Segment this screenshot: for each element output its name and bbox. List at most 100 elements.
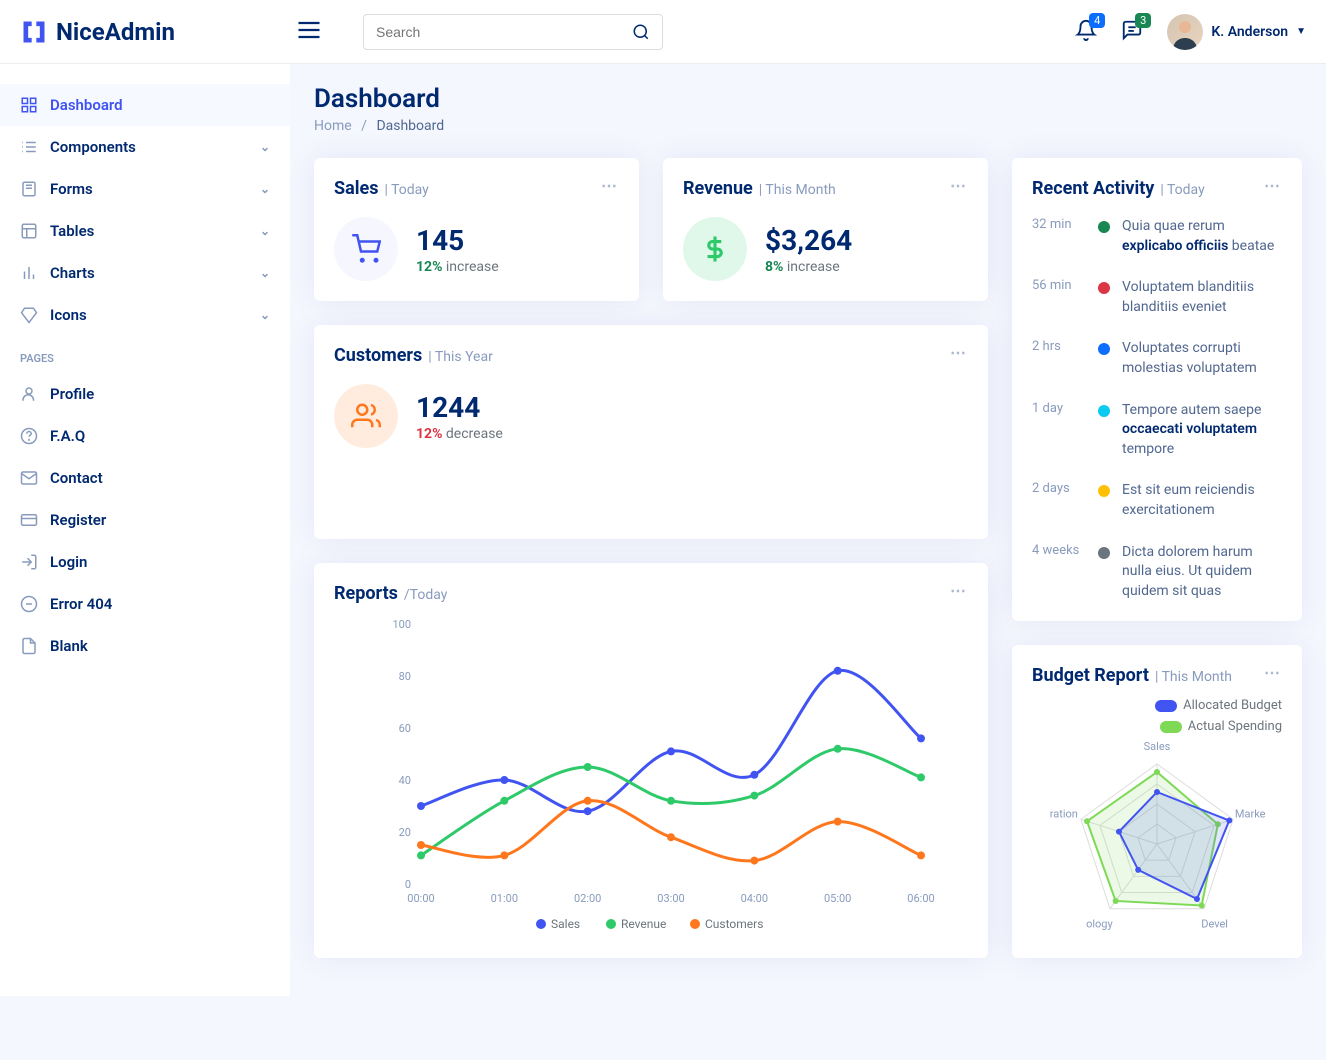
- grid-icon: [20, 96, 38, 114]
- chevron-down-icon: ▼: [1296, 26, 1306, 37]
- svg-text:05:00: 05:00: [824, 892, 851, 905]
- activity-time: 2 hrs: [1032, 339, 1086, 378]
- card-menu[interactable]: ⋯: [1264, 663, 1282, 682]
- revenue-value: $3,264: [765, 224, 852, 257]
- svg-text:01:00: 01:00: [491, 892, 518, 905]
- activity-dot: [1098, 221, 1110, 233]
- username: K. Anderson: [1211, 24, 1288, 40]
- activity-card: ⋯ Recent ActivityToday 32 minQuia quae r…: [1012, 158, 1302, 621]
- svg-text:03:00: 03:00: [657, 892, 684, 905]
- sidebar-item-contact[interactable]: Contact: [0, 457, 290, 499]
- svg-text:Customers: Customers: [705, 917, 763, 931]
- notifications-badge: 4: [1089, 13, 1105, 28]
- avatar: [1167, 14, 1203, 50]
- messages-button[interactable]: 3: [1121, 19, 1143, 45]
- svg-text:80: 80: [399, 670, 411, 683]
- menu-toggle[interactable]: [295, 16, 323, 48]
- header: NiceAdmin 4 3 K. Anderson ▼: [0, 0, 1326, 64]
- legend-item: Actual Spending: [1160, 719, 1282, 734]
- breadcrumb: Home / Dashboard: [314, 118, 1302, 134]
- notifications-button[interactable]: 4: [1075, 19, 1097, 45]
- activity-dot: [1098, 343, 1110, 355]
- messages-badge: 3: [1135, 13, 1151, 28]
- login-icon: [20, 553, 38, 571]
- envelope-icon: [20, 469, 38, 487]
- svg-text:Sales: Sales: [1144, 740, 1171, 753]
- sidebar-item-register[interactable]: Register: [0, 499, 290, 541]
- nav-label: Forms: [50, 180, 93, 198]
- activity-item: 2 hrsVoluptates corrupti molestias volup…: [1032, 339, 1282, 378]
- person-icon: [20, 385, 38, 403]
- activity-dot: [1098, 405, 1110, 417]
- activity-text: Est sit eum reiciendis exercitationem: [1122, 481, 1282, 520]
- brand-text: NiceAdmin: [56, 18, 175, 46]
- nav-label: Login: [50, 553, 87, 571]
- card-menu[interactable]: ⋯: [950, 581, 968, 600]
- card-menu[interactable]: ⋯: [950, 343, 968, 362]
- sidebar-item-tables[interactable]: Tables⌄: [0, 210, 290, 252]
- sidebar-item-components[interactable]: Components ⌄: [0, 126, 290, 168]
- main: Dashboard Home / Dashboard ⋯ SalesToday …: [290, 64, 1326, 978]
- chevron-down-icon: ⌄: [260, 266, 270, 280]
- chevron-down-icon: ⌄: [260, 308, 270, 322]
- sidebar-item-login[interactable]: Login: [0, 541, 290, 583]
- cart-icon: [334, 217, 398, 281]
- activity-dot: [1098, 485, 1110, 497]
- nav-label: Blank: [50, 637, 88, 655]
- card-menu[interactable]: ⋯: [1264, 176, 1282, 195]
- sidebar-item-icons[interactable]: Icons⌄: [0, 294, 290, 336]
- activity-text: Tempore autem saepe occaecati voluptatem…: [1122, 401, 1282, 460]
- activity-item: 1 day Tempore autem saepe occaecati volup…: [1032, 401, 1282, 460]
- dollar-icon: [683, 217, 747, 281]
- sidebar-item-faq[interactable]: F.A.Q: [0, 415, 290, 457]
- sidebar-item-forms[interactable]: Forms ⌄: [0, 168, 290, 210]
- people-icon: [334, 384, 398, 448]
- chevron-down-icon: ⌄: [260, 140, 270, 154]
- nav-label: Components: [50, 138, 136, 156]
- nav-label: Profile: [50, 385, 94, 403]
- sidebar-item-dashboard[interactable]: Dashboard: [0, 84, 290, 126]
- card-menu[interactable]: ⋯: [950, 176, 968, 195]
- svg-text:Revenue: Revenue: [621, 917, 666, 931]
- sales-card: ⋯ SalesToday 145 12% increase: [314, 158, 639, 301]
- activity-item: 56 minVoluptatem blanditiis blanditiis e…: [1032, 278, 1282, 317]
- revenue-card: ⋯ RevenueThis Month $3,264 8% increase: [663, 158, 988, 301]
- chevron-down-icon: ⌄: [260, 182, 270, 196]
- activity-time: 4 weeks: [1032, 543, 1086, 602]
- file-icon: [20, 637, 38, 655]
- svg-text:ology: ology: [1086, 918, 1113, 931]
- sidebar-item-charts[interactable]: Charts⌄: [0, 252, 290, 294]
- activity-item: 32 minQuia quae rerum explicabo officiis…: [1032, 217, 1282, 256]
- search-box[interactable]: [363, 14, 663, 50]
- nav-label: F.A.Q: [50, 427, 85, 445]
- user-menu[interactable]: K. Anderson ▼: [1167, 14, 1306, 50]
- card-menu[interactable]: ⋯: [601, 176, 619, 195]
- header-right: 4 3 K. Anderson ▼: [1075, 14, 1306, 50]
- sidebar-item-profile[interactable]: Profile: [0, 373, 290, 415]
- nav-label: Tables: [50, 222, 94, 240]
- sidebar-item-error404[interactable]: Error 404: [0, 583, 290, 625]
- svg-text:ration: ration: [1050, 808, 1078, 821]
- sidebar-item-blank[interactable]: Blank: [0, 625, 290, 667]
- search-icon[interactable]: [632, 23, 650, 41]
- svg-text:02:00: 02:00: [574, 892, 601, 905]
- bar-icon: [20, 264, 38, 282]
- logo[interactable]: NiceAdmin: [20, 18, 175, 46]
- activity-time: 1 day: [1032, 401, 1086, 460]
- reports-card: ⋯ Reports /Today 02040608010000:0001:000…: [314, 563, 988, 958]
- svg-text:00:00: 00:00: [407, 892, 434, 905]
- svg-text:06:00: 06:00: [907, 892, 934, 905]
- sales-value: 145: [416, 224, 499, 257]
- breadcrumb-current: Dashboard: [376, 118, 444, 134]
- logo-icon: [20, 18, 48, 46]
- nav-label: Dashboard: [50, 96, 123, 114]
- legend-item: Allocated Budget: [1155, 698, 1282, 713]
- nav-label: Contact: [50, 469, 103, 487]
- svg-text:04:00: 04:00: [741, 892, 768, 905]
- search-input[interactable]: [376, 24, 632, 40]
- activity-dot: [1098, 547, 1110, 559]
- nav-label: Error 404: [50, 595, 112, 613]
- activity-text: Voluptatem blanditiis blanditiis eveniet: [1122, 278, 1282, 317]
- breadcrumb-home[interactable]: Home: [314, 118, 352, 134]
- activity-text: Quia quae rerum explicabo officiis beata…: [1122, 217, 1282, 256]
